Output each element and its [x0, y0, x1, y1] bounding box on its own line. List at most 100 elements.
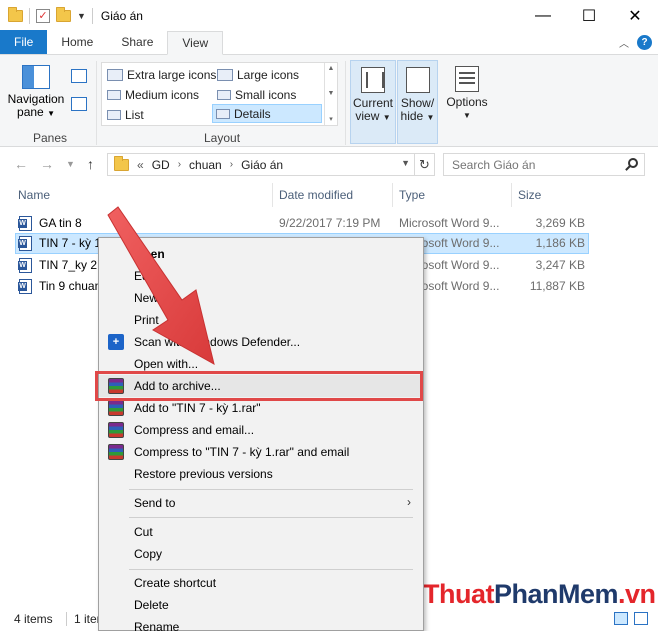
column-date-modified[interactable]: Date modified: [279, 183, 353, 207]
menu-item-compress-email[interactable]: Compress and email...: [99, 419, 423, 441]
tab-home[interactable]: Home: [47, 30, 107, 54]
separator[interactable]: [392, 183, 393, 207]
highlight-box: [95, 371, 423, 401]
layout-list[interactable]: List: [104, 105, 144, 124]
breadcrumb-gd[interactable]: GD: [152, 158, 170, 172]
search-box[interactable]: [443, 153, 645, 176]
chevron-right-icon[interactable]: ›: [178, 159, 181, 170]
ribbon-tabs: File Home Share View ︿ ?: [0, 30, 658, 55]
separator: [91, 7, 93, 24]
options-button[interactable]: Options ▼: [442, 60, 492, 144]
layout-medium-icons[interactable]: Medium icons: [104, 85, 199, 104]
show-hide-icon: [405, 67, 430, 93]
menu-item-compress-rar-email[interactable]: Compress to "TIN 7 - kỳ 1.rar" and email: [99, 441, 423, 463]
search-icon[interactable]: [628, 158, 638, 168]
refresh-icon[interactable]: ↻: [414, 154, 434, 175]
properties-icon[interactable]: ✓: [36, 8, 50, 23]
breadcrumb-giao-an[interactable]: Giáo án: [241, 158, 283, 172]
navigation-pane-button[interactable]: Navigation pane ▼: [6, 63, 66, 120]
back-icon[interactable]: ←: [14, 156, 28, 172]
menu-item-create-shortcut[interactable]: Create shortcut: [99, 572, 423, 594]
layout-group-label: Layout: [204, 131, 241, 145]
separator[interactable]: [272, 183, 273, 207]
file-row[interactable]: GA tin 8 9/22/2017 7:19 PM Microsoft Wor…: [15, 213, 589, 234]
ribbon-view: Navigation pane ▼ Panes Extra large icon…: [0, 55, 658, 147]
file-size: 3,247 KB: [535, 258, 585, 272]
current-view-icon: [361, 67, 385, 93]
menu-item-cut[interactable]: Cut: [99, 521, 423, 543]
menu-item-copy[interactable]: Copy: [99, 543, 423, 565]
winrar-icon: [108, 444, 124, 460]
details-view-icon[interactable]: [614, 612, 628, 625]
large-icons-icon: [217, 68, 233, 81]
layout-small-icons[interactable]: Small icons: [214, 85, 296, 104]
menu-item-rename[interactable]: Rename: [99, 616, 423, 631]
layout-large-icons[interactable]: Large icons: [214, 65, 299, 84]
customize-quick-access-icon[interactable]: ▼: [77, 11, 86, 21]
navigation-pane-icon: [22, 65, 50, 89]
separator: [345, 61, 346, 145]
column-name[interactable]: Name: [18, 183, 50, 207]
new-folder-icon[interactable]: [56, 6, 71, 22]
status-item-count: 4 items: [14, 612, 53, 626]
menu-item-print[interactable]: Print: [99, 309, 423, 331]
tab-share[interactable]: Share: [107, 30, 167, 54]
winrar-icon: [108, 400, 124, 416]
scroll-down-icon[interactable]: ▼: [328, 90, 335, 97]
expand-gallery-icon[interactable]: ▾: [329, 115, 333, 123]
preview-pane-icon[interactable]: [71, 69, 87, 83]
current-view-button[interactable]: Current view ▼: [350, 60, 396, 144]
minimize-button[interactable]: —: [520, 0, 566, 31]
winrar-icon: [108, 422, 124, 438]
menu-item-send-to[interactable]: Send to ›: [99, 492, 423, 514]
file-size: 1,186 KB: [535, 236, 585, 250]
breadcrumb-overflow[interactable]: «: [137, 158, 144, 172]
menu-item-edit[interactable]: Edit: [99, 265, 423, 287]
details-pane-icon[interactable]: [71, 97, 87, 111]
word-document-icon: [18, 279, 32, 294]
window-controls: — ☐ ✕: [520, 0, 658, 31]
folder-icon[interactable]: [8, 6, 23, 22]
ribbon-right-controls: ︿ ?: [619, 35, 652, 50]
file-type: Microsoft Word 9...: [399, 216, 500, 230]
chevron-right-icon: ›: [407, 495, 411, 509]
list-icon: [107, 109, 121, 120]
breadcrumb-chuan[interactable]: chuan: [189, 158, 222, 172]
tab-view[interactable]: View: [167, 31, 224, 55]
column-type[interactable]: Type: [399, 183, 425, 207]
extra-large-icons-icon: [107, 68, 123, 81]
search-input[interactable]: [452, 157, 622, 172]
file-name: GA tin 8: [39, 216, 82, 230]
word-document-icon: [18, 236, 32, 251]
tab-file[interactable]: File: [0, 30, 48, 54]
layout-details[interactable]: Details: [212, 104, 322, 123]
recent-locations-icon[interactable]: ▼: [66, 159, 75, 169]
help-icon[interactable]: ?: [637, 35, 652, 50]
close-button[interactable]: ✕: [612, 0, 658, 31]
menu-item-open[interactable]: Open: [99, 243, 423, 265]
address-bar[interactable]: « GD › chuan › Giáo án ▼ ↻: [107, 153, 435, 176]
minimize-ribbon-icon[interactable]: ︿: [619, 35, 629, 50]
separator: [129, 569, 413, 570]
chevron-right-icon[interactable]: ›: [230, 159, 233, 170]
menu-item-restore-versions[interactable]: Restore previous versions: [99, 463, 423, 485]
menu-item-new[interactable]: New: [99, 287, 423, 309]
layout-extra-large-icons[interactable]: Extra large icons: [104, 65, 216, 84]
window-title: Giáo án: [100, 8, 143, 23]
scroll-up-icon[interactable]: ▲: [328, 65, 335, 72]
forward-icon[interactable]: →: [40, 156, 54, 172]
layout-scroll[interactable]: ▲ ▼ ▾: [324, 63, 337, 125]
context-menu: Open Edit New Print + Scan with Windows …: [98, 237, 424, 631]
menu-item-delete[interactable]: Delete: [99, 594, 423, 616]
separator[interactable]: [511, 183, 512, 207]
show-hide-button[interactable]: Show/ hide ▼: [397, 60, 438, 144]
large-icons-view-icon[interactable]: [634, 612, 648, 625]
maximize-button[interactable]: ☐: [566, 0, 612, 31]
column-size[interactable]: Size: [518, 183, 541, 207]
current-view-label-2: view ▼: [355, 109, 391, 123]
address-dropdown-icon[interactable]: ▼: [401, 158, 410, 168]
menu-item-scan-defender[interactable]: + Scan with Windows Defender...: [99, 331, 423, 353]
up-icon[interactable]: ↑: [87, 156, 94, 172]
word-document-icon: [18, 258, 32, 273]
layout-gallery: Extra large icons Large icons Medium ico…: [101, 62, 338, 126]
